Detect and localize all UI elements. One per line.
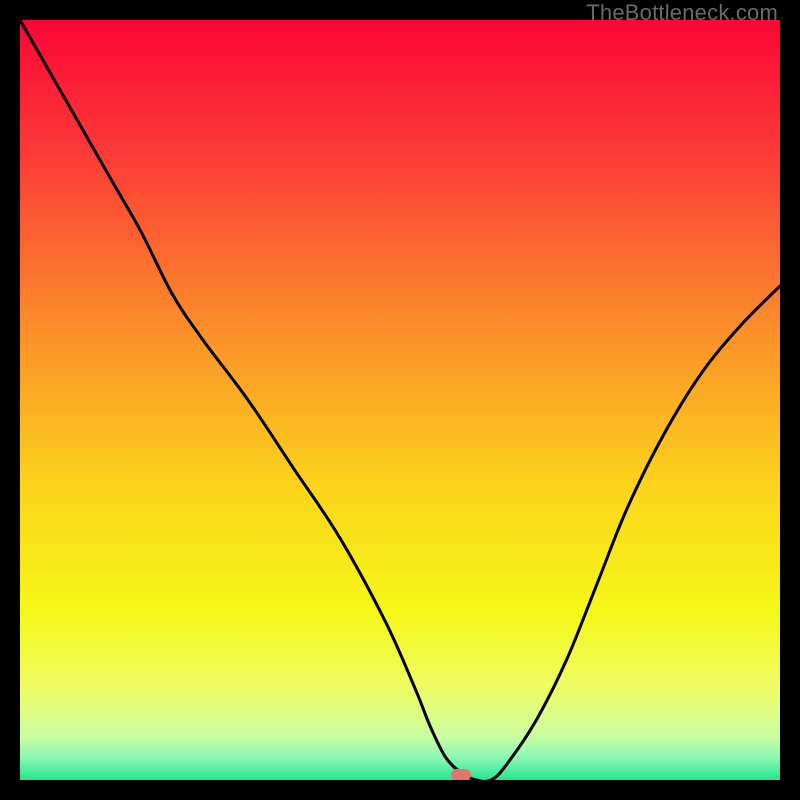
curve-layer	[20, 20, 780, 780]
curve-min-marker	[451, 769, 471, 780]
watermark-text: TheBottleneck.com	[586, 0, 778, 26]
plot-area	[20, 20, 780, 780]
bottleneck-curve	[20, 20, 780, 780]
chart-frame: TheBottleneck.com	[0, 0, 800, 800]
